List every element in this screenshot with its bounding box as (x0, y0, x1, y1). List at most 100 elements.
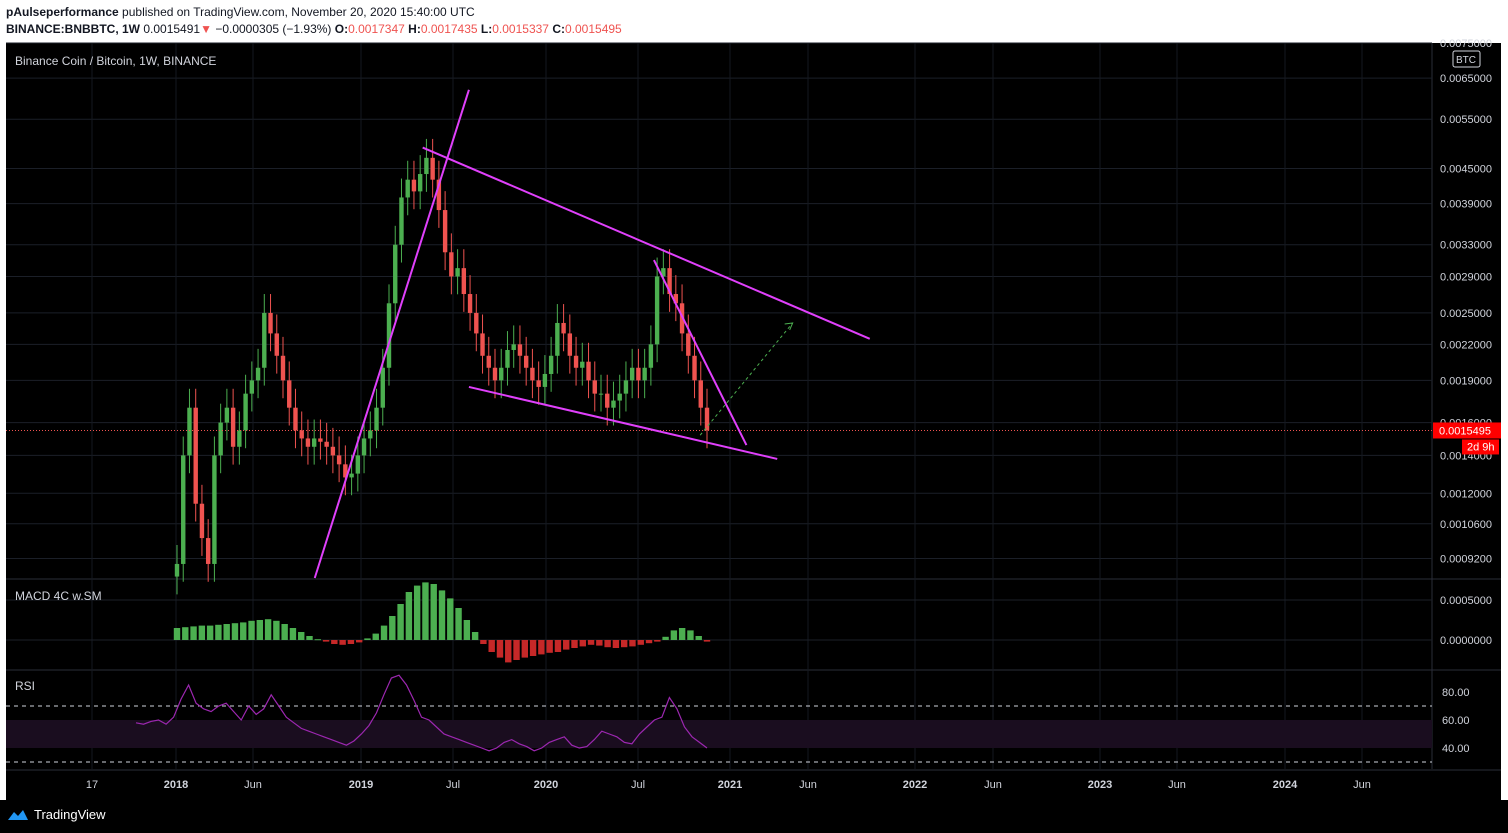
countdown-label: 2d 9h (1467, 441, 1495, 453)
macd-bar (604, 640, 611, 648)
macd-bar (273, 620, 280, 640)
macd-bar (505, 640, 512, 663)
rsi-tick-label: 40.00 (1442, 743, 1470, 755)
candle-body (399, 197, 404, 245)
candle-body (548, 355, 554, 374)
macd-bar (629, 640, 636, 647)
candle-body (467, 294, 473, 313)
candle-body (530, 367, 535, 381)
macd-bar (538, 640, 545, 655)
candle-body (318, 438, 323, 442)
macd-bar (637, 640, 644, 645)
tradingview-logo[interactable]: TradingView (6, 807, 106, 822)
macd-tick-label: 0.0000000 (1440, 635, 1492, 647)
candle-body (629, 367, 635, 381)
candle-body (424, 157, 429, 175)
time-tick-label: 2023 (1088, 779, 1112, 791)
macd-bar (488, 640, 495, 652)
macd-bar (703, 640, 711, 642)
candle-body (237, 430, 242, 447)
candle-body (492, 367, 498, 381)
candle-body (505, 349, 510, 368)
rsi-band (6, 720, 1432, 748)
macd-bar (190, 626, 197, 640)
candle-body (330, 446, 336, 456)
macd-bar (678, 628, 686, 640)
macd-bar (480, 640, 487, 644)
candle-body (274, 333, 279, 356)
trendline-upper (422, 146, 871, 340)
macd-bar (471, 632, 479, 640)
candle-body (293, 407, 298, 431)
candle-body (174, 563, 180, 577)
candle-body (592, 380, 597, 394)
macd-bar (405, 592, 413, 640)
candle-body (305, 438, 311, 447)
candle-body (230, 407, 236, 447)
candle-body (611, 400, 616, 408)
candle-body (349, 473, 354, 478)
macd-bar (645, 640, 653, 644)
candle-body (193, 407, 198, 504)
candle-body (561, 322, 566, 334)
tradingview-brand: TradingView (34, 807, 106, 822)
candle-body (455, 268, 460, 277)
candle-body (499, 367, 504, 381)
macd-bar (248, 620, 255, 640)
candle-body (224, 407, 230, 423)
candle-body (262, 312, 267, 368)
candle-body (299, 430, 304, 439)
price-tick-label: 0.0033000 (1440, 240, 1492, 252)
candle-body (623, 380, 629, 394)
trendline-steep (653, 259, 748, 446)
macd-bar (438, 590, 446, 640)
macd-bar (579, 640, 586, 647)
candle-body (648, 344, 654, 368)
candle-body (461, 268, 467, 295)
candle-body (336, 455, 342, 465)
candle-body (268, 312, 273, 334)
candle-body (536, 380, 541, 387)
macd-bar (240, 622, 247, 640)
candle-body (517, 344, 523, 356)
macd-bar (355, 640, 363, 643)
macd-bar (322, 640, 330, 642)
macd-bar (389, 616, 396, 640)
candle-body (411, 179, 417, 192)
candle-body (480, 333, 485, 356)
projection-arrow-head (784, 322, 794, 331)
macd-bar (596, 640, 603, 646)
macd-bar (298, 632, 305, 640)
candle-body (523, 355, 529, 368)
price-tick-label: 0.0075000 (1440, 38, 1492, 50)
macd-bar (264, 619, 272, 640)
macd-bar (612, 640, 620, 648)
macd-bar (662, 636, 669, 640)
chart-canvas[interactable]: 0.0065000 0.0055000 0.0045000 0.0039000 0.00… (0, 0, 1508, 833)
macd-bar (670, 630, 678, 640)
price-tick-label: 0.0055000 (1440, 114, 1492, 126)
candle-body (580, 361, 585, 368)
candle-body (586, 361, 591, 381)
candle-body (287, 380, 292, 408)
candle-body (405, 179, 410, 198)
candle-body (311, 438, 317, 447)
macd-title: MACD 4C w.SM (15, 589, 102, 603)
candle-body (555, 322, 560, 356)
macd-bar (256, 620, 264, 640)
tradingview-logo-icon (8, 809, 28, 820)
macd-bar (687, 630, 694, 640)
candle-body (380, 367, 385, 408)
candle-body (199, 503, 205, 539)
macd-bar (563, 640, 570, 650)
candle-body (474, 312, 479, 334)
macd-bar (173, 628, 181, 640)
candle-body (255, 367, 261, 381)
macd-bar (314, 639, 321, 641)
candle-body (605, 393, 610, 408)
time-tick-label: 2021 (718, 779, 742, 791)
candle-body (704, 407, 710, 431)
macd-bar (447, 598, 454, 640)
macd-bar (347, 640, 355, 644)
time-tick-label: Jun (1353, 779, 1371, 791)
